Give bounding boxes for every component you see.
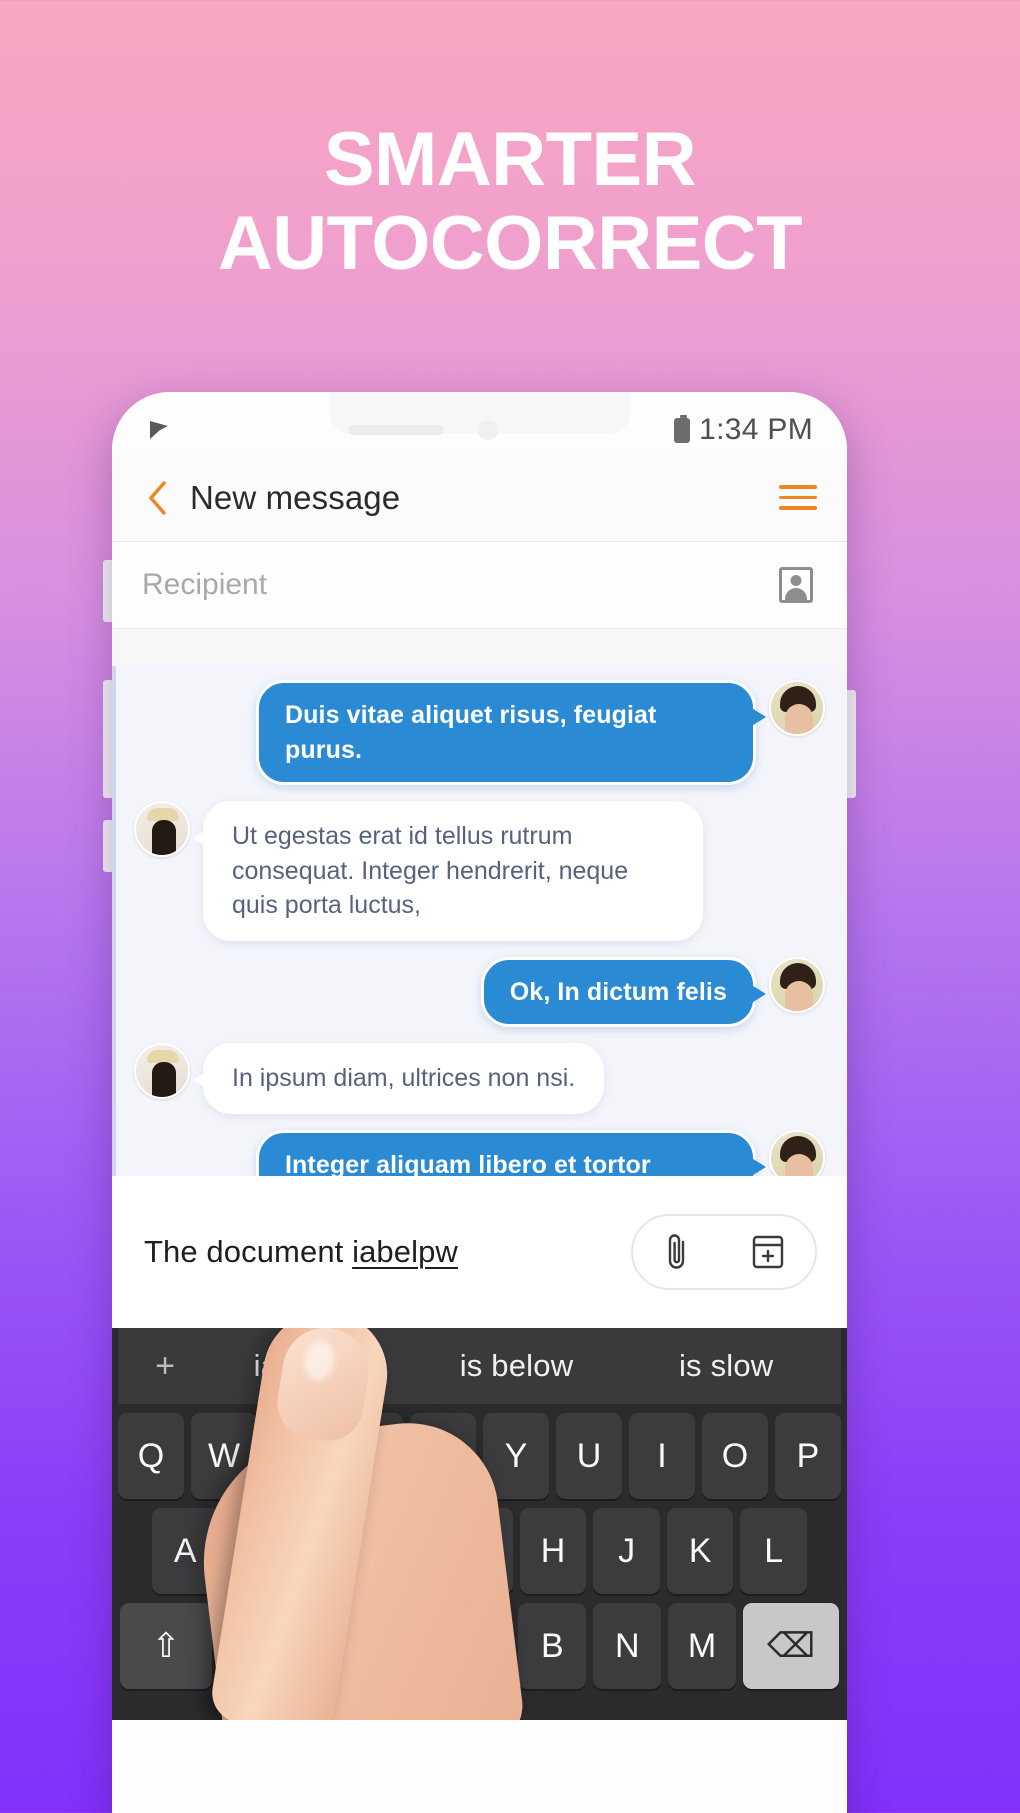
message-row[interactable]: In ipsum diam, ultrices non nsi.	[134, 1043, 825, 1114]
contact-card-icon[interactable]	[779, 567, 813, 603]
battery-icon	[674, 414, 691, 443]
headline-line-2: AUTOCORRECT	[217, 201, 803, 287]
key-q[interactable]: Q	[118, 1413, 184, 1499]
recipient-field[interactable]: Recipient	[112, 542, 847, 628]
suggestion-strip[interactable]: + iabelpw is below is slow	[118, 1328, 841, 1404]
key-o[interactable]: O	[702, 1413, 768, 1499]
key-shift[interactable]: ⇧	[120, 1603, 212, 1689]
message-input[interactable]: The document iabelpw	[144, 1234, 611, 1270]
message-bubble-outgoing[interactable]: Duis vitae aliquet risus, feugiat purus.	[256, 680, 766, 785]
headline-line-1: SMARTER	[323, 117, 697, 202]
suggestion-item-1[interactable]: is below	[412, 1348, 622, 1384]
page-title: New message	[190, 478, 401, 516]
avatar	[134, 1043, 190, 1099]
key-k[interactable]: K	[666, 1508, 734, 1594]
key-h[interactable]: H	[519, 1508, 587, 1594]
avatar	[769, 956, 825, 1013]
message-row[interactable]: Ok, In dictum felis	[134, 956, 825, 1027]
key-m[interactable]: M	[668, 1603, 737, 1689]
recipient-divider	[112, 628, 847, 666]
hamburger-menu-icon[interactable]	[779, 485, 817, 510]
key-j[interactable]: J	[593, 1508, 660, 1594]
recipient-input[interactable]: Recipient	[142, 568, 779, 602]
compose-area[interactable]: The document iabelpw	[112, 1176, 847, 1328]
status-clock: 1:34 PM	[699, 413, 813, 446]
message-row[interactable]: Duis vitae aliquet risus, feugiat purus.	[134, 680, 825, 785]
phone-mockup: 1:34 PM New message Recipient Duis vitae…	[112, 392, 847, 1813]
misspelled-word[interactable]: iabelpw	[352, 1234, 458, 1269]
message-row[interactable]: Ut egestas erat id tellus rutrum consequ…	[134, 801, 825, 941]
flag-icon	[146, 417, 172, 443]
paperclip-icon[interactable]	[664, 1231, 690, 1273]
compose-actions	[631, 1214, 817, 1290]
key-i[interactable]: I	[629, 1413, 695, 1499]
key-backspace[interactable]: ⌫	[743, 1603, 840, 1689]
key-b[interactable]: B	[518, 1603, 587, 1689]
app-bar: New message	[112, 454, 847, 542]
add-template-icon[interactable]	[751, 1234, 785, 1270]
status-bar: 1:34 PM	[112, 392, 847, 454]
add-suggestion-button[interactable]: +	[128, 1347, 202, 1386]
back-button[interactable]	[140, 480, 174, 516]
conversation-list[interactable]: Duis vitae aliquet risus, feugiat purus.…	[112, 666, 847, 1176]
key-l[interactable]: L	[740, 1508, 808, 1594]
front-camera-icon	[478, 420, 499, 440]
message-bubble-outgoing[interactable]: Integer aliquam libero et tortor auctor,	[256, 1129, 766, 1176]
message-row[interactable]: Integer aliquam libero et tortor auctor,	[134, 1129, 825, 1176]
on-screen-keyboard[interactable]: + iabelpw is below is slow Q W E R T Y U…	[112, 1328, 847, 1720]
avatar	[769, 1129, 825, 1176]
fingernail	[272, 1328, 375, 1446]
avatar	[134, 801, 190, 857]
compose-text-prefix: The document	[144, 1234, 353, 1269]
suggestion-item-2[interactable]: is slow	[621, 1348, 831, 1384]
message-bubble-incoming[interactable]: In ipsum diam, ultrices non nsi.	[192, 1043, 605, 1114]
key-p[interactable]: P	[775, 1413, 841, 1499]
message-bubble-outgoing[interactable]: Ok, In dictum felis	[480, 956, 767, 1027]
page-headline: SMARTER AUTOCORRECT	[0, 117, 1020, 287]
key-n[interactable]: N	[593, 1603, 662, 1689]
key-u[interactable]: U	[556, 1413, 622, 1499]
avatar	[769, 680, 825, 736]
message-bubble-incoming[interactable]: Ut egestas erat id tellus rutrum consequ…	[193, 801, 703, 941]
earpiece-speaker	[348, 425, 445, 435]
